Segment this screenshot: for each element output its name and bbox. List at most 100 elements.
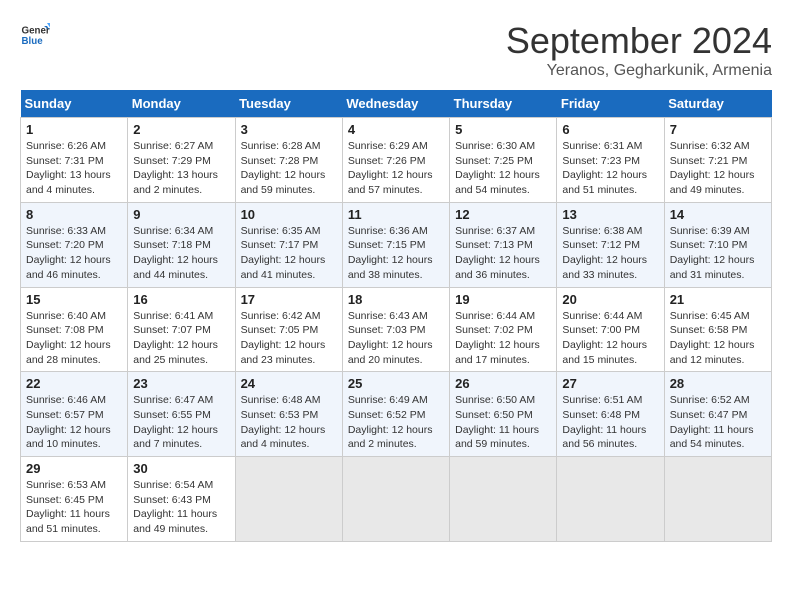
- day-info: Sunrise: 6:44 AM Sunset: 7:00 PM Dayligh…: [562, 309, 658, 368]
- table-row: 21Sunrise: 6:45 AM Sunset: 6:58 PM Dayli…: [664, 287, 771, 372]
- calendar-week-row: 8 Sunrise: 6:33 AM Sunset: 7:20 PM Daylig…: [21, 202, 772, 287]
- day-number: 23: [133, 376, 229, 391]
- day-info: Sunrise: 6:43 AM Sunset: 7:03 PM Dayligh…: [348, 309, 444, 368]
- calendar-week-row: 29 Sunrise: 6:53 AM Sunset: 6:45 PM Dayli…: [21, 457, 772, 542]
- table-row: 8 Sunrise: 6:33 AM Sunset: 7:20 PM Daylig…: [21, 202, 128, 287]
- table-row: 28 Sunrise: 6:52 AM Sunset: 6:47 PM Dayli…: [664, 372, 771, 457]
- day-number: 12: [455, 207, 551, 222]
- day-info: Sunrise: 6:52 AM Sunset: 6:47 PM Dayligh…: [670, 393, 766, 452]
- table-row: 6Sunrise: 6:31 AM Sunset: 7:23 PM Daylig…: [557, 118, 664, 203]
- day-info: Sunrise: 6:31 AM Sunset: 7:23 PM Dayligh…: [562, 139, 658, 198]
- table-row: 20 Sunrise: 6:44 AM Sunset: 7:00 PM Dayli…: [557, 287, 664, 372]
- day-info: Sunrise: 6:32 AM Sunset: 7:21 PM Dayligh…: [670, 139, 766, 198]
- calendar-header-row: Sunday Monday Tuesday Wednesday Thursday…: [21, 90, 772, 118]
- table-row: 15 Sunrise: 6:40 AM Sunset: 7:08 PM Dayli…: [21, 287, 128, 372]
- table-row: [342, 457, 449, 542]
- day-info: Sunrise: 6:30 AM Sunset: 7:25 PM Dayligh…: [455, 139, 551, 198]
- table-row: 7 Sunrise: 6:32 AM Sunset: 7:21 PM Daylig…: [664, 118, 771, 203]
- day-info: Sunrise: 6:26 AM Sunset: 7:31 PM Dayligh…: [26, 139, 122, 198]
- table-row: 27 Sunrise: 6:51 AM Sunset: 6:48 PM Dayli…: [557, 372, 664, 457]
- table-row: 9 Sunrise: 6:34 AM Sunset: 7:18 PM Daylig…: [128, 202, 235, 287]
- day-number: 19: [455, 292, 551, 307]
- calendar-week-row: 22Sunrise: 6:46 AM Sunset: 6:57 PM Dayli…: [21, 372, 772, 457]
- day-number: 17: [241, 292, 337, 307]
- col-thursday: Thursday: [450, 90, 557, 118]
- table-row: 24 Sunrise: 6:48 AM Sunset: 6:53 PM Dayli…: [235, 372, 342, 457]
- table-row: [557, 457, 664, 542]
- logo-icon: General Blue: [20, 20, 50, 50]
- page-header: General Blue September 2024 Yeranos, Geg…: [20, 20, 772, 80]
- table-row: 25Sunrise: 6:49 AM Sunset: 6:52 PM Dayli…: [342, 372, 449, 457]
- svg-text:Blue: Blue: [22, 36, 44, 47]
- day-info: Sunrise: 6:34 AM Sunset: 7:18 PM Dayligh…: [133, 224, 229, 283]
- table-row: 3 Sunrise: 6:28 AM Sunset: 7:28 PM Daylig…: [235, 118, 342, 203]
- table-row: 23 Sunrise: 6:47 AM Sunset: 6:55 PM Dayli…: [128, 372, 235, 457]
- day-info: Sunrise: 6:50 AM Sunset: 6:50 PM Dayligh…: [455, 393, 551, 452]
- table-row: 10 Sunrise: 6:35 AM Sunset: 7:17 PM Dayli…: [235, 202, 342, 287]
- calendar-week-row: 1 Sunrise: 6:26 AM Sunset: 7:31 PM Daylig…: [21, 118, 772, 203]
- table-row: 5 Sunrise: 6:30 AM Sunset: 7:25 PM Daylig…: [450, 118, 557, 203]
- day-info: Sunrise: 6:48 AM Sunset: 6:53 PM Dayligh…: [241, 393, 337, 452]
- day-info: Sunrise: 6:39 AM Sunset: 7:10 PM Dayligh…: [670, 224, 766, 283]
- day-number: 7: [670, 122, 766, 137]
- day-number: 10: [241, 207, 337, 222]
- col-sunday: Sunday: [21, 90, 128, 118]
- day-info: Sunrise: 6:49 AM Sunset: 6:52 PM Dayligh…: [348, 393, 444, 452]
- table-row: 16 Sunrise: 6:41 AM Sunset: 7:07 PM Dayli…: [128, 287, 235, 372]
- location: Yeranos, Gegharkunik, Armenia: [506, 62, 772, 80]
- day-info: Sunrise: 6:38 AM Sunset: 7:12 PM Dayligh…: [562, 224, 658, 283]
- title-section: September 2024 Yeranos, Gegharkunik, Arm…: [506, 20, 772, 80]
- day-number: 3: [241, 122, 337, 137]
- day-number: 24: [241, 376, 337, 391]
- calendar-table: Sunday Monday Tuesday Wednesday Thursday…: [20, 90, 772, 542]
- day-number: 20: [562, 292, 658, 307]
- day-info: Sunrise: 6:37 AM Sunset: 7:13 PM Dayligh…: [455, 224, 551, 283]
- day-number: 29: [26, 461, 122, 476]
- month-title: September 2024: [506, 20, 772, 62]
- day-number: 9: [133, 207, 229, 222]
- day-number: 22: [26, 376, 122, 391]
- day-info: Sunrise: 6:53 AM Sunset: 6:45 PM Dayligh…: [26, 478, 122, 537]
- day-number: 16: [133, 292, 229, 307]
- day-info: Sunrise: 6:29 AM Sunset: 7:26 PM Dayligh…: [348, 139, 444, 198]
- day-number: 8: [26, 207, 122, 222]
- day-number: 28: [670, 376, 766, 391]
- day-number: 30: [133, 461, 229, 476]
- table-row: 29 Sunrise: 6:53 AM Sunset: 6:45 PM Dayli…: [21, 457, 128, 542]
- day-info: Sunrise: 6:35 AM Sunset: 7:17 PM Dayligh…: [241, 224, 337, 283]
- logo: General Blue: [20, 20, 50, 50]
- day-info: Sunrise: 6:33 AM Sunset: 7:20 PM Dayligh…: [26, 224, 122, 283]
- table-row: 19 Sunrise: 6:44 AM Sunset: 7:02 PM Dayli…: [450, 287, 557, 372]
- table-row: 18Sunrise: 6:43 AM Sunset: 7:03 PM Dayli…: [342, 287, 449, 372]
- day-info: Sunrise: 6:42 AM Sunset: 7:05 PM Dayligh…: [241, 309, 337, 368]
- day-info: Sunrise: 6:28 AM Sunset: 7:28 PM Dayligh…: [241, 139, 337, 198]
- day-info: Sunrise: 6:47 AM Sunset: 6:55 PM Dayligh…: [133, 393, 229, 452]
- day-number: 26: [455, 376, 551, 391]
- day-number: 2: [133, 122, 229, 137]
- calendar-week-row: 15 Sunrise: 6:40 AM Sunset: 7:08 PM Dayli…: [21, 287, 772, 372]
- day-number: 4: [348, 122, 444, 137]
- col-tuesday: Tuesday: [235, 90, 342, 118]
- day-number: 21: [670, 292, 766, 307]
- table-row: 4 Sunrise: 6:29 AM Sunset: 7:26 PM Daylig…: [342, 118, 449, 203]
- day-info: Sunrise: 6:41 AM Sunset: 7:07 PM Dayligh…: [133, 309, 229, 368]
- col-friday: Friday: [557, 90, 664, 118]
- day-number: 13: [562, 207, 658, 222]
- table-row: 13 Sunrise: 6:38 AM Sunset: 7:12 PM Dayli…: [557, 202, 664, 287]
- day-number: 5: [455, 122, 551, 137]
- day-number: 15: [26, 292, 122, 307]
- table-row: [450, 457, 557, 542]
- day-info: Sunrise: 6:44 AM Sunset: 7:02 PM Dayligh…: [455, 309, 551, 368]
- col-monday: Monday: [128, 90, 235, 118]
- table-row: 1 Sunrise: 6:26 AM Sunset: 7:31 PM Daylig…: [21, 118, 128, 203]
- day-info: Sunrise: 6:40 AM Sunset: 7:08 PM Dayligh…: [26, 309, 122, 368]
- day-info: Sunrise: 6:36 AM Sunset: 7:15 PM Dayligh…: [348, 224, 444, 283]
- day-number: 1: [26, 122, 122, 137]
- table-row: 17 Sunrise: 6:42 AM Sunset: 7:05 PM Dayli…: [235, 287, 342, 372]
- table-row: 11Sunrise: 6:36 AM Sunset: 7:15 PM Dayli…: [342, 202, 449, 287]
- day-info: Sunrise: 6:27 AM Sunset: 7:29 PM Dayligh…: [133, 139, 229, 198]
- table-row: 30Sunrise: 6:54 AM Sunset: 6:43 PM Dayli…: [128, 457, 235, 542]
- day-number: 27: [562, 376, 658, 391]
- table-row: 2 Sunrise: 6:27 AM Sunset: 7:29 PM Daylig…: [128, 118, 235, 203]
- day-info: Sunrise: 6:51 AM Sunset: 6:48 PM Dayligh…: [562, 393, 658, 452]
